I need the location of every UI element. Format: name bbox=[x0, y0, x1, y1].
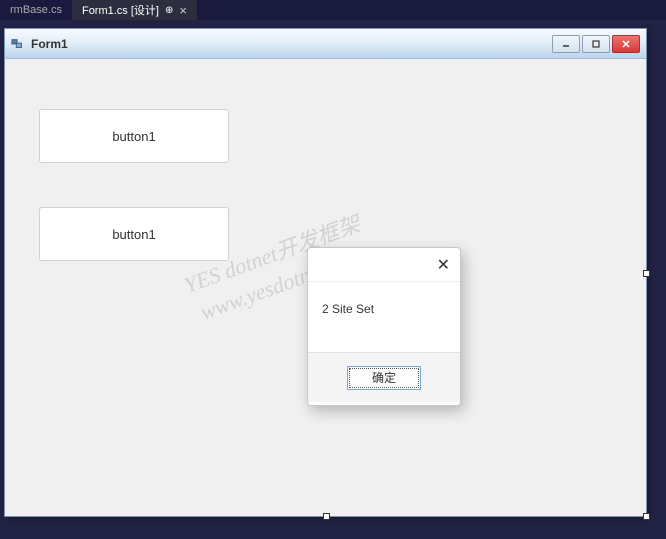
titlebar[interactable]: Form1 bbox=[5, 29, 646, 59]
app-icon bbox=[11, 37, 25, 51]
close-icon[interactable]: ✕ bbox=[437, 255, 450, 275]
maximize-button[interactable] bbox=[582, 35, 610, 53]
dialog-footer: 确定 bbox=[308, 352, 460, 402]
minimize-icon bbox=[561, 39, 571, 49]
message-dialog: ✕ 2 Site Set 确定 bbox=[307, 247, 461, 406]
resize-handle-bottom[interactable] bbox=[323, 513, 330, 520]
pin-icon[interactable]: ⊕ bbox=[165, 5, 173, 16]
tab-active[interactable]: Form1.cs [设计] ⊕ × bbox=[72, 0, 197, 20]
tab-label: rmBase.cs bbox=[10, 4, 62, 16]
dialog-header: ✕ bbox=[308, 248, 460, 282]
tab-inactive[interactable]: rmBase.cs bbox=[0, 2, 72, 18]
tab-strip: rmBase.cs Form1.cs [设计] ⊕ × bbox=[0, 0, 666, 20]
dialog-message: 2 Site Set bbox=[308, 282, 460, 352]
window-controls bbox=[552, 35, 640, 53]
form-window[interactable]: Form1 YES dotnet开发框架 www.yesdotnet.com b… bbox=[4, 28, 647, 517]
close-icon bbox=[621, 39, 631, 49]
resize-handle-corner[interactable] bbox=[643, 513, 650, 520]
minimize-button[interactable] bbox=[552, 35, 580, 53]
resize-handle-right[interactable] bbox=[643, 270, 650, 277]
window-title: Form1 bbox=[31, 37, 552, 51]
maximize-icon bbox=[591, 39, 601, 49]
designer-surface[interactable]: Form1 YES dotnet开发框架 www.yesdotnet.com b… bbox=[0, 20, 666, 539]
button1[interactable]: button1 bbox=[39, 109, 229, 163]
ok-button[interactable]: 确定 bbox=[347, 366, 421, 390]
form-client-area[interactable]: YES dotnet开发框架 www.yesdotnet.com button1… bbox=[5, 59, 646, 516]
tab-label: Form1.cs [设计] bbox=[82, 2, 159, 18]
button2[interactable]: button1 bbox=[39, 207, 229, 261]
close-icon[interactable]: × bbox=[179, 3, 187, 18]
close-button[interactable] bbox=[612, 35, 640, 53]
